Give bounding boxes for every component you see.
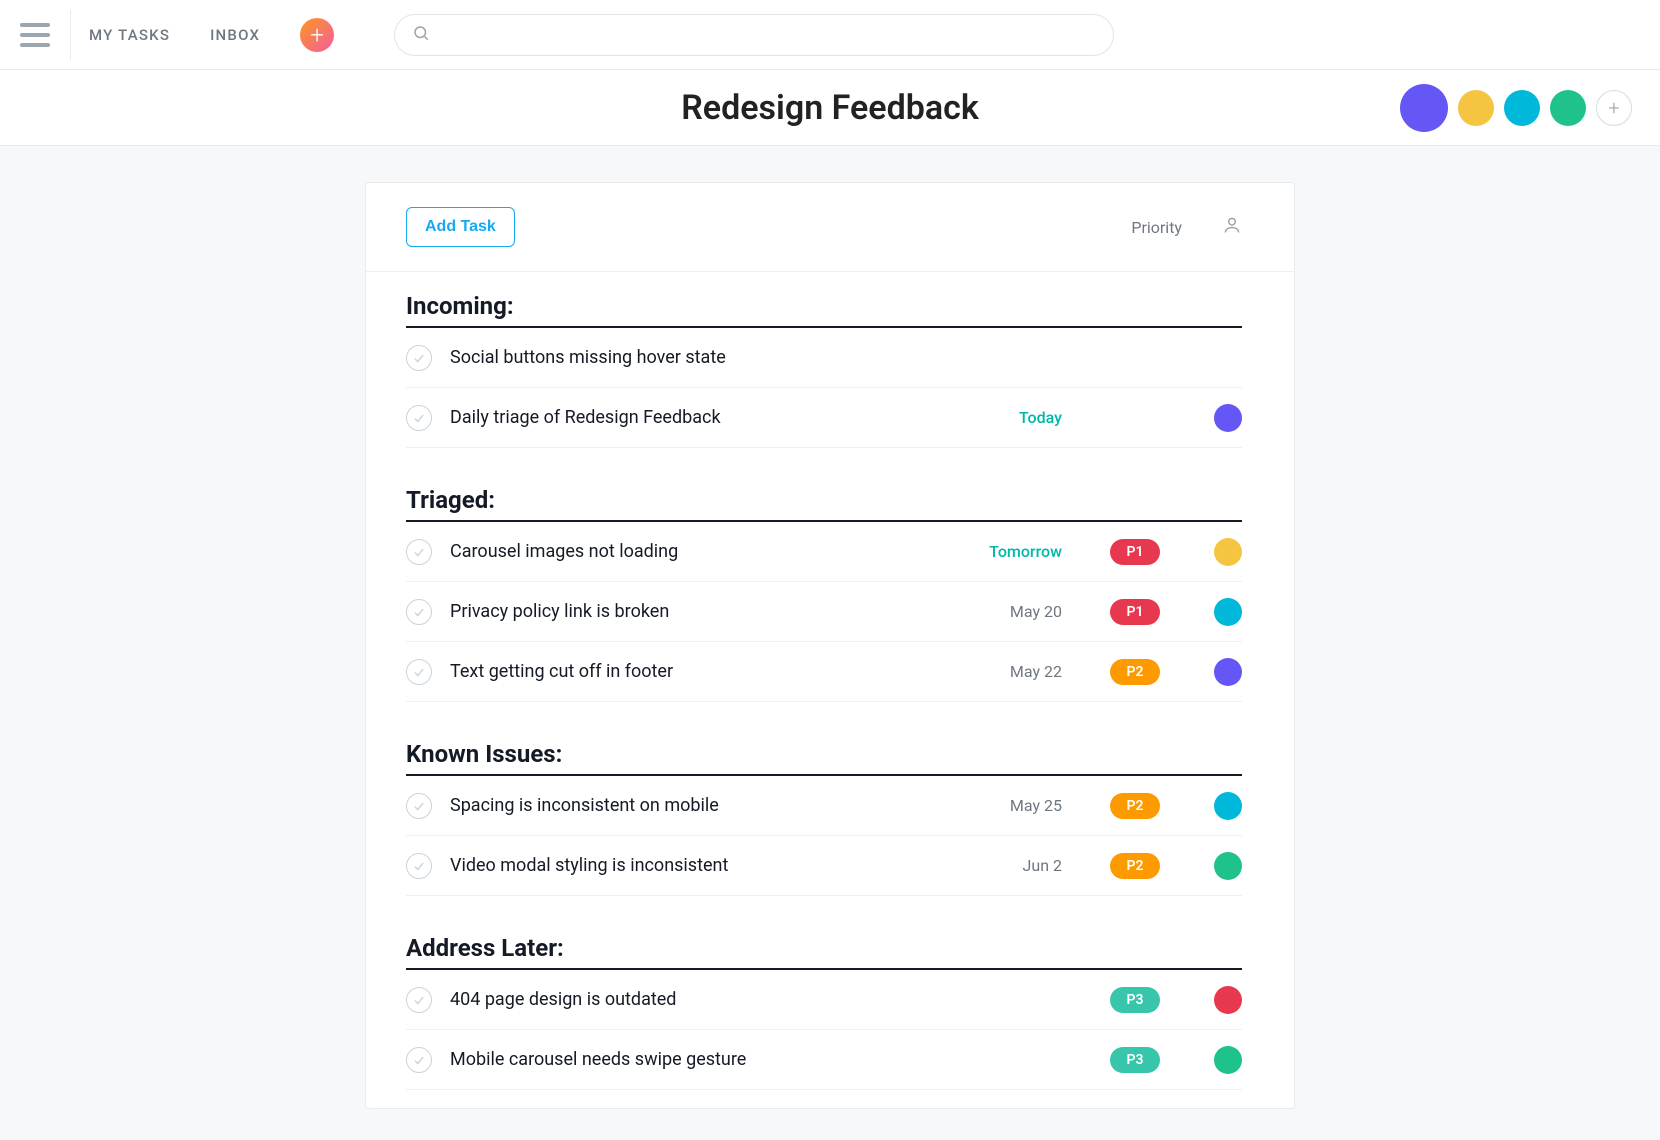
task-name: Social buttons missing hover state — [450, 347, 934, 368]
add-button[interactable]: + — [300, 18, 334, 52]
task-section: Incoming: Social buttons missing hover st… — [366, 272, 1294, 466]
panel-wrap: Add Task Priority Incoming: Social button… — [0, 146, 1660, 1109]
section-title: Incoming: — [406, 292, 1242, 328]
task-due-date: May 25 — [952, 796, 1062, 815]
task-row[interactable]: Spacing is inconsistent on mobile May 25 P… — [406, 776, 1242, 836]
task-name: Video modal styling is inconsistent — [450, 855, 934, 876]
complete-task-checkbox[interactable] — [406, 793, 432, 819]
complete-task-checkbox[interactable] — [406, 659, 432, 685]
search-wrap — [394, 14, 1114, 56]
task-row[interactable]: Video modal styling is inconsistent Jun 2… — [406, 836, 1242, 896]
assignee-avatar[interactable] — [1214, 852, 1242, 880]
priority-pill: P3 — [1110, 987, 1160, 1013]
panel-header: Add Task Priority — [366, 183, 1294, 272]
complete-task-checkbox[interactable] — [406, 405, 432, 431]
section-title: Known Issues: — [406, 740, 1242, 776]
priority-pill: P1 — [1110, 599, 1160, 625]
task-name: Carousel images not loading — [450, 541, 934, 562]
task-row[interactable]: Text getting cut off in footer May 22 P2 — [406, 642, 1242, 702]
complete-task-checkbox[interactable] — [406, 345, 432, 371]
assignee-avatar[interactable] — [1214, 986, 1242, 1014]
task-name: Text getting cut off in footer — [450, 661, 934, 682]
task-row[interactable]: 404 page design is outdated P3 — [406, 970, 1242, 1030]
search-input[interactable] — [394, 14, 1114, 56]
search-icon — [412, 24, 430, 46]
task-name: Spacing is inconsistent on mobile — [450, 795, 934, 816]
task-row[interactable]: Privacy policy link is broken May 20 P1 — [406, 582, 1242, 642]
assignee-avatar[interactable] — [1214, 1046, 1242, 1074]
member-avatars: + — [1400, 84, 1632, 132]
section-title: Address Later: — [406, 934, 1242, 970]
hamburger-menu-icon[interactable] — [20, 17, 56, 53]
section-title: Triaged: — [406, 486, 1242, 522]
top-nav: MY TASKS INBOX + — [0, 0, 1660, 70]
task-due-date: Jun 2 — [952, 856, 1062, 875]
task-due-date: Tomorrow — [952, 542, 1062, 561]
task-name: Daily triage of Redesign Feedback — [450, 407, 934, 428]
nav-my-tasks[interactable]: MY TASKS — [89, 26, 170, 44]
title-bar: Redesign Feedback + — [0, 70, 1660, 146]
task-row[interactable]: Daily triage of Redesign Feedback Today — [406, 388, 1242, 448]
task-row[interactable]: Social buttons missing hover state — [406, 328, 1242, 388]
member-avatar[interactable] — [1400, 84, 1448, 132]
priority-pill: P2 — [1110, 659, 1160, 685]
complete-task-checkbox[interactable] — [406, 853, 432, 879]
member-avatar[interactable] — [1504, 90, 1540, 126]
assignee-avatar[interactable] — [1214, 538, 1242, 566]
task-name: Mobile carousel needs swipe gesture — [450, 1049, 934, 1070]
task-due-date: Today — [952, 408, 1062, 427]
assignee-avatar[interactable] — [1214, 404, 1242, 432]
priority-column-header: Priority — [1131, 218, 1182, 237]
assignee-column-icon — [1222, 215, 1242, 239]
task-row[interactable]: Mobile carousel needs swipe gesture P3 — [406, 1030, 1242, 1090]
assignee-avatar[interactable] — [1214, 658, 1242, 686]
task-name: Privacy policy link is broken — [450, 601, 934, 622]
task-due-date: May 22 — [952, 662, 1062, 681]
task-panel: Add Task Priority Incoming: Social button… — [365, 182, 1295, 1109]
task-section: Address Later:404 page design is outdate… — [366, 914, 1294, 1108]
member-avatar[interactable] — [1550, 90, 1586, 126]
priority-pill: P2 — [1110, 853, 1160, 879]
complete-task-checkbox[interactable] — [406, 599, 432, 625]
complete-task-checkbox[interactable] — [406, 987, 432, 1013]
task-row[interactable]: Carousel images not loading Tomorrow P1 — [406, 522, 1242, 582]
task-name: 404 page design is outdated — [450, 989, 934, 1010]
add-member-button[interactable]: + — [1596, 90, 1632, 126]
nav-inbox[interactable]: INBOX — [210, 26, 260, 44]
priority-pill: P2 — [1110, 793, 1160, 819]
assignee-avatar[interactable] — [1214, 598, 1242, 626]
task-section: Triaged: Carousel images not loading Tomor… — [366, 466, 1294, 720]
assignee-avatar[interactable] — [1214, 792, 1242, 820]
complete-task-checkbox[interactable] — [406, 1047, 432, 1073]
task-section: Known Issues:Spacing is inconsistent on … — [366, 720, 1294, 914]
priority-pill: P3 — [1110, 1047, 1160, 1073]
plus-icon: + — [310, 21, 324, 49]
task-due-date: May 20 — [952, 602, 1062, 621]
divider — [70, 10, 71, 60]
complete-task-checkbox[interactable] — [406, 539, 432, 565]
member-avatar[interactable] — [1458, 90, 1494, 126]
add-task-button[interactable]: Add Task — [406, 207, 515, 247]
priority-pill: P1 — [1110, 539, 1160, 565]
